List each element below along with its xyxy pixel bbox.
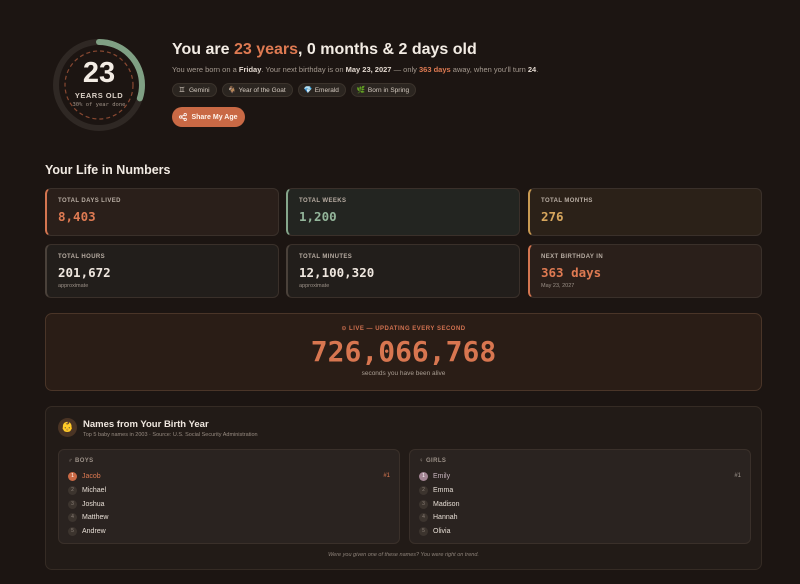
names-subtitle: Top 5 baby names in 2003 · Source: U.S. …: [83, 432, 258, 438]
goat-icon: 🐐: [227, 87, 237, 94]
birth-summary: You were born on a Friday. Your next bir…: [172, 65, 539, 74]
stat-note: May 23, 2027: [541, 283, 575, 289]
stat-label: NEXT BIRTHDAY IN: [541, 254, 604, 260]
stat-label: TOTAL DAYS LIVED: [58, 198, 121, 204]
trait-tags: ♊ Gemini 🐐 Year of the Goat 💎 Emerald 🌿 Born…: [172, 83, 417, 97]
stat-label: TOTAL MINUTES: [299, 254, 353, 260]
stat-label: TOTAL MONTHS: [541, 198, 593, 204]
share-age-button[interactable]: Share My Age: [172, 107, 245, 127]
live-seconds-panel: ⊙ LIVE — UPDATING EVERY SECOND 726,066,7…: [45, 313, 762, 391]
live-caption: seconds you have been alive: [361, 370, 446, 377]
age-years-highlight: 23 years: [233, 41, 299, 58]
baby-icon: 👶: [58, 418, 77, 437]
girl-name: Olivia: [433, 527, 451, 535]
top-rank-label: #1: [734, 473, 741, 479]
boys-names-column: ♂ BOYS 1 Jacob #1 2 Michael 3 Joshua 4 Matthe…: [58, 449, 400, 544]
stat-total-days: TOTAL DAYS LIVED 8,403: [45, 188, 279, 236]
next-birthday-date: May 23, 2027: [345, 65, 392, 74]
girls-names-column: ♀ GIRLS 1 Emily #1 2 Emma 3 Madison 4 Hannah …: [409, 449, 751, 544]
girls-header: ♀ GIRLS: [419, 458, 447, 464]
tag-season: 🌿 Born in Spring: [350, 83, 417, 97]
girl-name: Hannah: [433, 513, 458, 521]
leaf-icon: 🌿: [356, 87, 366, 94]
next-age: 24: [527, 65, 537, 74]
year-progress-text: 30% of year done: [72, 102, 126, 108]
boy-name: Michael: [82, 486, 107, 494]
rank-badge: 3: [68, 499, 77, 509]
stat-value: 201,672: [58, 265, 111, 280]
list-item: 1 Emily #1: [419, 470, 741, 482]
stat-value: 363 days: [541, 265, 602, 280]
list-item: 5 Andrew: [68, 525, 390, 537]
rank-badge: 5: [419, 526, 428, 536]
stat-total-minutes: TOTAL MINUTES 12,100,320 approximate: [286, 244, 520, 298]
stat-label: TOTAL HOURS: [58, 254, 106, 260]
rank-badge: 5: [68, 526, 77, 536]
birth-weekday: Friday: [238, 65, 262, 74]
stat-note: approximate: [299, 283, 330, 289]
list-item: 1 Jacob #1: [68, 470, 390, 482]
names-footer: Were you given one of these names? You w…: [328, 552, 479, 558]
boy-name: Joshua: [82, 500, 105, 508]
stat-label: TOTAL WEEKS: [299, 198, 347, 204]
stat-next-birthday: NEXT BIRTHDAY IN 363 days May 23, 2027: [528, 244, 762, 298]
share-icon: [179, 113, 188, 121]
stat-value: 1,200: [299, 209, 337, 224]
rank-badge: 3: [419, 499, 428, 509]
gemini-icon: ♊: [178, 87, 186, 94]
boy-name: Jacob: [82, 472, 101, 480]
tag-chinese-zodiac: 🐐 Year of the Goat: [221, 83, 293, 97]
age-number: 23: [82, 57, 116, 89]
age-unit-label: YEARS OLD: [74, 91, 124, 100]
girl-name: Madison: [433, 500, 460, 508]
list-item: 3 Joshua: [68, 498, 390, 510]
stat-value: 12,100,320: [299, 265, 375, 280]
rank-badge: 2: [419, 485, 428, 495]
section-title: Your Life in Numbers: [45, 163, 171, 177]
live-label: ⊙ LIVE — UPDATING EVERY SECOND: [341, 326, 466, 332]
rank-badge: 1: [68, 471, 77, 481]
boy-name: Andrew: [82, 527, 106, 535]
live-seconds-counter: 726,066,768: [310, 335, 497, 368]
share-age-label: Share My Age: [191, 113, 238, 121]
stat-total-hours: TOTAL HOURS 201,672 approximate: [45, 244, 279, 298]
stat-value: 8,403: [58, 209, 96, 224]
birth-year-names-panel: 👶 Names from Your Birth Year Top 5 baby …: [45, 406, 762, 570]
rank-badge: 1: [419, 471, 428, 481]
rank-badge: 2: [68, 485, 77, 495]
girl-name: Emily: [433, 472, 451, 480]
list-item: 3 Madison: [419, 498, 741, 510]
gem-icon: 💎: [303, 87, 313, 94]
top-rank-label: #1: [383, 473, 390, 479]
tag-birthstone: 💎 Emerald: [297, 83, 346, 97]
boys-header: ♂ BOYS: [68, 458, 94, 464]
tag-zodiac: ♊ Gemini: [172, 83, 217, 97]
stat-note: approximate: [58, 283, 89, 289]
rank-badge: 4: [419, 512, 428, 522]
stat-total-weeks: TOTAL WEEKS 1,200: [286, 188, 520, 236]
names-title: Names from Your Birth Year: [83, 419, 209, 430]
stat-value: 276: [541, 209, 564, 224]
list-item: 4 Matthew: [68, 511, 390, 523]
list-item: 2 Emma: [419, 484, 741, 496]
rank-badge: 4: [68, 512, 77, 522]
stat-total-months: TOTAL MONTHS 276: [528, 188, 762, 236]
age-headline: You are 23 years, 0 months & 2 days old: [172, 41, 477, 58]
list-item: 4 Hannah: [419, 511, 741, 523]
list-item: 5 Olivia: [419, 525, 741, 537]
days-until-birthday: 363 days: [419, 65, 451, 74]
age-ring: 23 YEARS OLD 30% of year done: [51, 37, 147, 133]
list-item: 2 Michael: [68, 484, 390, 496]
girl-name: Emma: [433, 486, 454, 494]
boy-name: Matthew: [82, 513, 109, 521]
